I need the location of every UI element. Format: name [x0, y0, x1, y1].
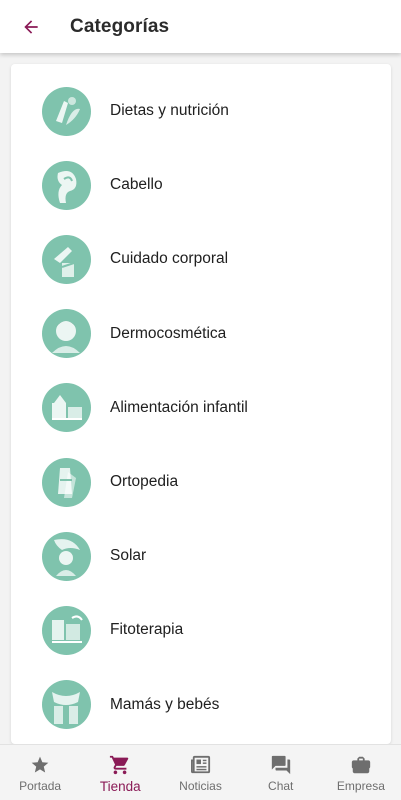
category-item-dermocosmetica[interactable]: Dermocosmética: [11, 297, 391, 371]
orthopedics-image: [42, 457, 91, 507]
category-item-fitoterapia[interactable]: Fitoterapia: [11, 593, 391, 667]
category-list: Dietas y nutrición Cabello Cuidado corpo…: [11, 64, 391, 742]
baby-food-image: [42, 383, 91, 433]
app-bar: Categorías: [0, 0, 401, 53]
nav-label: Tienda: [99, 778, 141, 794]
category-item-ortopedia[interactable]: Ortopedia: [11, 445, 391, 519]
bottom-navigation: Portada Tienda Noticias Chat Empresa: [0, 744, 401, 800]
arrow-left-icon: [24, 19, 38, 34]
nav-portada[interactable]: Portada: [0, 745, 80, 800]
nav-tienda[interactable]: Tienda: [80, 745, 160, 800]
category-label: Ortopedia: [110, 473, 179, 491]
newspaper-icon: [190, 755, 210, 774]
herbs-image: [42, 605, 91, 655]
nav-label: Noticias: [179, 779, 222, 793]
face-image: [42, 309, 91, 359]
category-label: Cabello: [110, 176, 163, 194]
salad-image: [42, 86, 91, 136]
categories-card: Dietas y nutrición Cabello Cuidado corpo…: [11, 64, 391, 744]
category-label: Alimentación infantil: [110, 398, 248, 416]
nav-chat[interactable]: Chat: [241, 745, 321, 800]
category-label: Dietas y nutrición: [110, 102, 229, 120]
nav-label: Portada: [19, 779, 62, 793]
page-title: Categorías: [70, 15, 170, 37]
nav-label: Empresa: [336, 779, 385, 793]
briefcase-icon: [351, 756, 371, 774]
category-label: Mamás y bebés: [110, 695, 220, 713]
mother-baby-image: [42, 680, 91, 730]
cart-icon: [110, 755, 129, 774]
hair-image: [42, 160, 91, 210]
category-label: Cuidado corporal: [110, 250, 229, 268]
nav-empresa[interactable]: Empresa: [321, 745, 401, 800]
back-button[interactable]: [0, 0, 62, 53]
category-item-cuidado-corporal[interactable]: Cuidado corporal: [11, 222, 391, 296]
category-item-cabello[interactable]: Cabello: [11, 148, 391, 222]
chat-icon: [271, 755, 290, 775]
category-item-dietas[interactable]: Dietas y nutrición: [11, 74, 391, 148]
category-item-solar[interactable]: Solar: [11, 519, 391, 593]
category-item-alimentacion-infantil[interactable]: Alimentación infantil: [11, 371, 391, 445]
nav-noticias[interactable]: Noticias: [160, 745, 240, 800]
category-item-mamas-bebes[interactable]: Mamás y bebés: [11, 668, 391, 742]
category-label: Fitoterapia: [110, 621, 184, 639]
sun-image: [42, 531, 91, 581]
category-label: Dermocosmética: [110, 324, 227, 342]
body-care-image: [42, 234, 91, 284]
star-icon: [31, 756, 49, 773]
nav-label: Chat: [268, 779, 294, 793]
category-label: Solar: [110, 547, 147, 565]
